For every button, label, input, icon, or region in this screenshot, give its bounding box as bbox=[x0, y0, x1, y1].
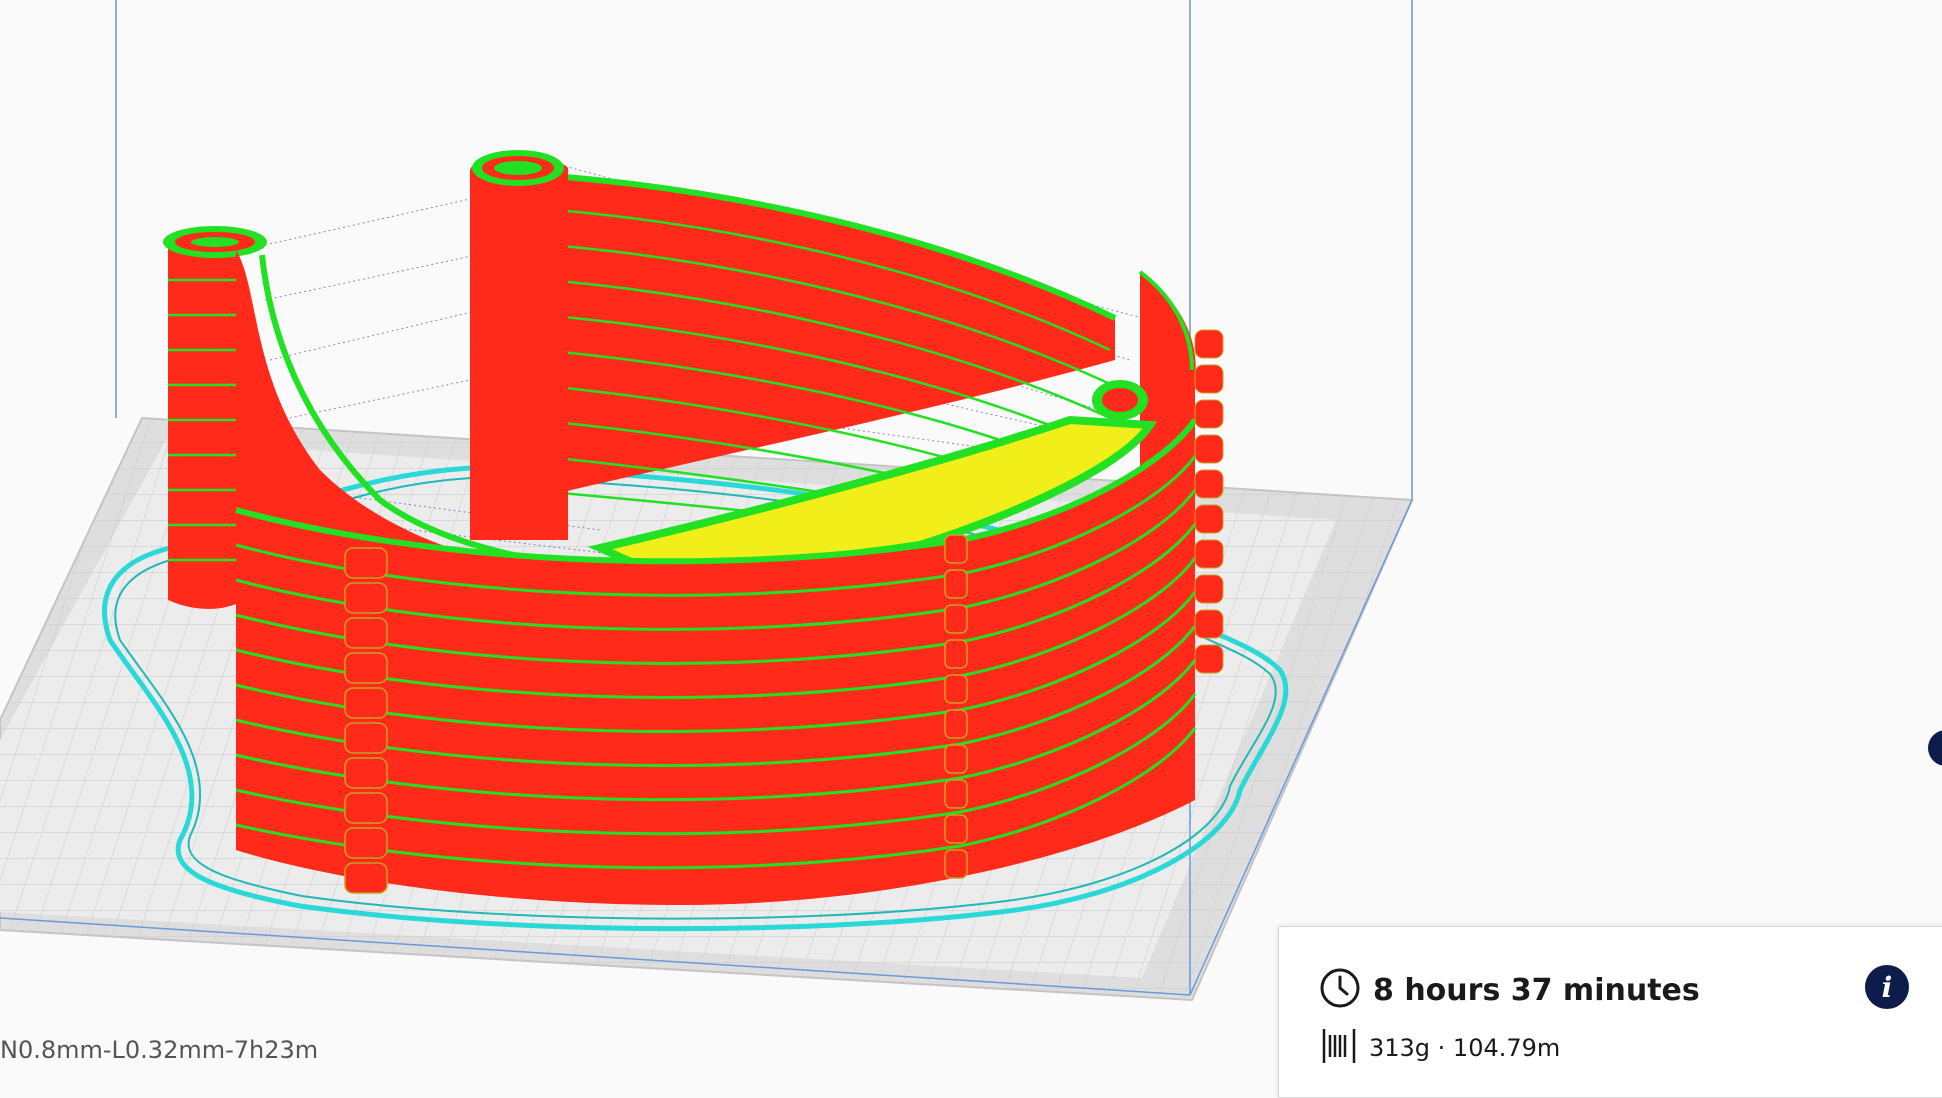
print-info-panel: 8 hours 37 minutes 313g · 104.79m i bbox=[1278, 926, 1942, 1098]
3d-preview-viewport[interactable]: N0.8mm-L0.32mm-7h23m bbox=[0, 0, 1942, 1082]
info-button[interactable]: i bbox=[1865, 965, 1909, 1009]
print-time: 8 hours 37 minutes bbox=[1373, 972, 1700, 1008]
material-row: 313g · 104.79m bbox=[1321, 1027, 1560, 1069]
model-back-curl bbox=[470, 150, 568, 540]
clock-icon bbox=[1319, 967, 1361, 1013]
filament-spool-icon bbox=[1321, 1027, 1357, 1069]
print-time-row: 8 hours 37 minutes bbox=[1319, 967, 1700, 1013]
info-icon: i bbox=[1881, 970, 1893, 1004]
job-name-label: N0.8mm-L0.32mm-7h23m bbox=[0, 1036, 319, 1064]
layer-view-render[interactable] bbox=[0, 0, 1942, 1082]
material-usage: 313g · 104.79m bbox=[1369, 1034, 1561, 1062]
model-right-curl bbox=[1092, 380, 1148, 420]
